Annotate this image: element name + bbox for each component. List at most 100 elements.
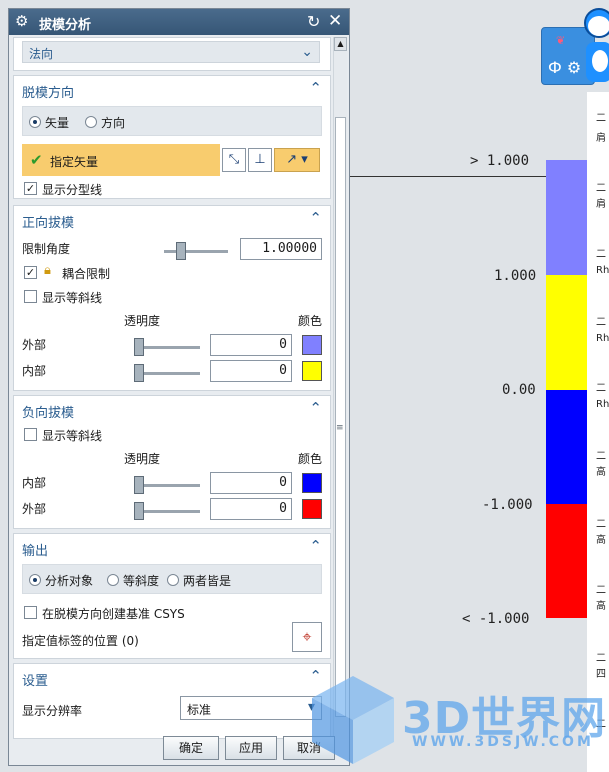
right-side-list: 二 肩 二 肩 二 Rh 二 Rh 二 Rh 二 高 二 高 二 高 二 四 二 [587,92,609,772]
settings-section: 设置 ⌃ 显示分辨率 标准 ▾ [13,663,331,739]
list-item: 二 [596,585,606,596]
chevron-down-icon: ⌄ [301,44,313,60]
list-item: 二 [596,113,606,124]
outer-transparency-track[interactable] [136,346,200,349]
crosshair-point-button[interactable]: ⌖ [292,622,322,652]
vector-type-dropdown[interactable]: ↗ ▾ [274,148,320,172]
scroll-up-arrow-icon[interactable]: ▲ [334,37,347,51]
limit-angle-slider-track[interactable] [164,250,228,253]
watermark-url: WWW.3DSJW.COM [412,734,594,750]
radio-vector[interactable] [29,116,41,128]
section-header[interactable]: 负向拔模 ⌃ [14,396,330,422]
transparency-header: 透明度 [124,452,161,466]
list-item: 二 [596,451,606,462]
section-header[interactable]: 设置 ⌃ [14,664,330,690]
ok-button[interactable]: 确定 [163,736,219,760]
create-csys-checkbox[interactable] [24,606,37,619]
dialog-scrollbar[interactable]: ▲ ≡ [333,37,347,739]
outer-transparency-track[interactable] [136,510,200,513]
analysis-type-select[interactable]: 法向 ⌄ [22,41,320,63]
outer-label: 外部 [22,338,47,352]
legend-band-negative-outer [546,504,587,618]
csys-icon: Ф ⚙ [548,58,582,77]
list-item: Rh [596,399,609,410]
outer-color-swatch[interactable] [302,335,322,355]
show-parting-line-checkbox[interactable]: ✓ [24,182,37,195]
create-csys-label: 在脱模方向创建基准 CSYS [42,607,185,621]
legend-label: 1.000 [494,268,537,284]
inner-transparency-track[interactable] [136,372,200,375]
inner-transparency-input[interactable]: 0 [210,472,292,494]
dialog-body: 法向 ⌄ 脱模方向 ⌃ 矢量 方向 ✔ 指定矢量 ⤡ ⊥ ↗ ▾ ✓ 显示分型线… [13,37,331,739]
limit-angle-slider-thumb[interactable] [176,242,186,260]
inner-transparency-track[interactable] [136,484,200,487]
outer-color-swatch[interactable] [302,499,322,519]
dialog-title: 拔模分析 [39,18,92,33]
legend-band-positive-outer [546,160,587,275]
inner-transparency-input[interactable]: 0 [210,360,292,382]
specify-vector-row[interactable]: ✔ 指定矢量 [22,144,220,176]
negative-draft-section: 负向拔模 ⌃ 显示等斜线 透明度 颜色 内部 0 外部 0 [13,395,331,529]
coupled-limit-checkbox[interactable]: ✓ [24,266,37,279]
list-item: 二 [596,519,606,530]
outer-transparency-input[interactable]: 0 [210,498,292,520]
reset-icon[interactable]: ↻ [307,12,320,31]
section-header[interactable]: 正向拔模 ⌃ [14,206,330,232]
outer-transparency-thumb[interactable] [134,338,144,356]
inner-label: 内部 [22,364,47,378]
resolution-label: 显示分辨率 [22,704,83,718]
decor-icon: ❦ [556,34,566,47]
list-item: 二 [596,653,606,664]
outer-transparency-input[interactable]: 0 [210,334,292,356]
analysis-type-value: 法向 [29,47,54,61]
limit-angle-input[interactable]: 1.00000 [240,238,322,260]
draft-analysis-dialog: ⚙ 拔模分析 ↻ ✕ 法向 ⌄ 脱模方向 ⌃ 矢量 方向 ✔ 指定矢量 ⤡ ⊥ … [8,8,350,766]
radio-direction[interactable] [85,116,97,128]
draft-direction-section: 脱模方向 ⌃ 矢量 方向 ✔ 指定矢量 ⤡ ⊥ ↗ ▾ ✓ 显示分型线 [13,75,331,199]
output-section: 输出 ⌃ 分析对象 等斜度 两者皆是 在脱模方向创建基准 CSYS 指定值标签的… [13,533,331,659]
lock-icon: 🔒︎ [44,263,51,278]
resolution-select[interactable]: 标准 ▾ [180,696,322,720]
list-item: 高 [596,601,606,612]
radio-isocline[interactable] [107,574,119,586]
inner-color-swatch[interactable] [302,361,322,381]
section-title: 负向拔模 [22,406,75,421]
show-isoclines-checkbox[interactable] [24,428,37,441]
top-section: 法向 ⌄ [13,37,331,71]
gear-icon[interactable]: ⚙ [15,13,31,29]
vector-dialog-button[interactable]: ⊥ [248,148,272,172]
section-title: 正向拔模 [22,216,75,231]
inner-color-swatch[interactable] [302,473,322,493]
output-type-group: 分析对象 等斜度 两者皆是 [22,564,322,594]
watermark-cube-icon [312,676,394,764]
radio-direction-label: 方向 [101,116,126,130]
inner-transparency-thumb[interactable] [134,364,144,382]
scrollbar-thumb[interactable] [335,117,346,717]
radio-analysis-object[interactable] [29,574,41,586]
show-isoclines-checkbox[interactable] [24,290,37,303]
dialog-titlebar[interactable]: ⚙ 拔模分析 ↻ ✕ [9,9,349,35]
coupled-limit-label: 耦合限制 [62,267,111,281]
list-item: 肩 [596,199,606,210]
outer-transparency-thumb[interactable] [134,502,144,520]
grip-icon: ≡ [336,423,344,433]
inner-transparency-thumb[interactable] [134,476,144,494]
list-item: 四 [596,669,606,680]
legend-label: 0.00 [502,382,536,398]
legend-label: -1.000 [482,497,533,513]
radio-both[interactable] [167,574,179,586]
radio-analysis-object-label: 分析对象 [45,574,94,588]
section-header[interactable]: 脱模方向 ⌃ [14,76,330,102]
mascot-icon [584,8,609,86]
close-icon[interactable]: ✕ [328,11,342,31]
section-title: 脱模方向 [22,86,75,101]
outer-label: 外部 [22,502,47,516]
section-header[interactable]: 输出 ⌃ [14,534,330,560]
reverse-direction-button[interactable]: ⤡ [222,148,246,172]
radio-both-label: 两者皆是 [183,574,232,588]
show-parting-line-label: 显示分型线 [42,183,103,197]
list-item: Rh [596,265,609,276]
apply-button[interactable]: 应用 [225,736,277,760]
legend-label-bottom: < -1.000 [462,611,530,627]
label-position-label: 指定值标签的位置 (0) [22,634,139,648]
